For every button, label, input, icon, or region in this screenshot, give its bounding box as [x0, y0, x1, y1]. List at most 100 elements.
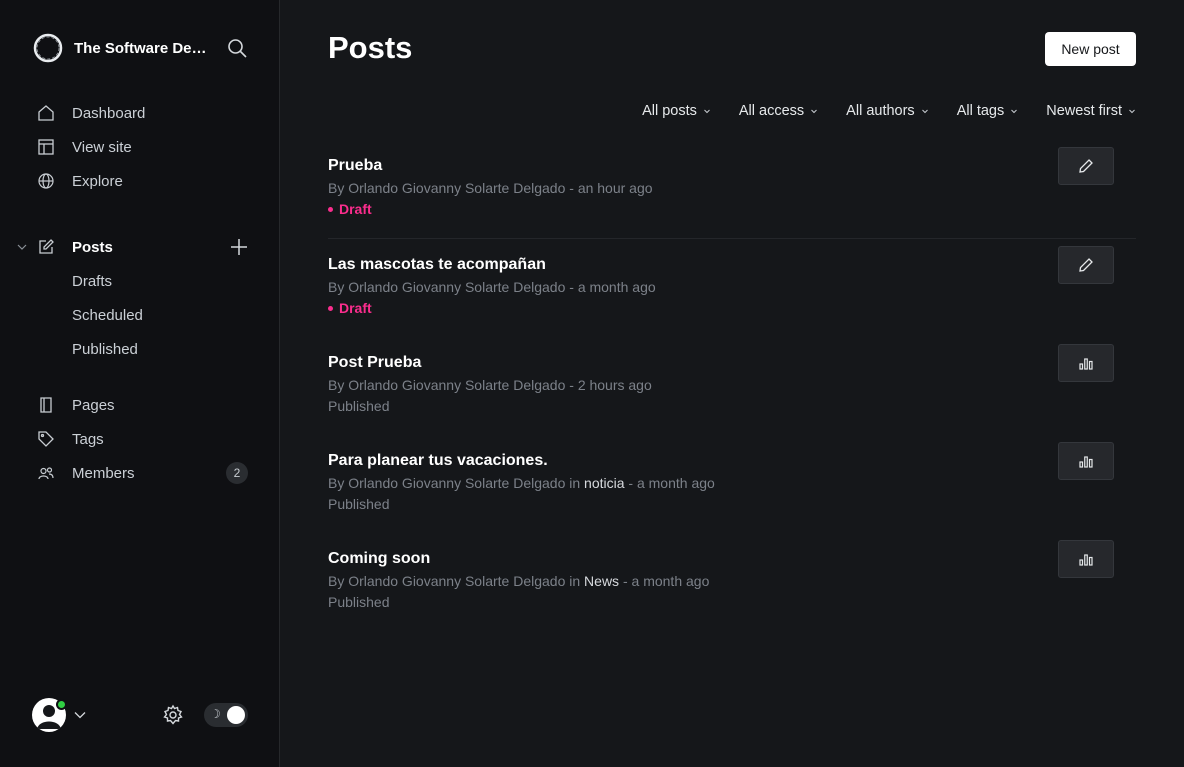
sidebar-item-view-site[interactable]: View site — [36, 133, 256, 161]
post-list-item[interactable]: Prueba By Orlando Giovanny Solarte Delga… — [328, 147, 1136, 247]
brand[interactable]: The Software Development Blog — [32, 32, 252, 64]
status-label: Draft — [339, 300, 372, 316]
filter-type-dropdown[interactable]: All posts — [642, 100, 711, 122]
post-status: Published — [328, 398, 390, 414]
filter-label: All posts — [642, 103, 697, 119]
edit-icon — [1079, 258, 1093, 272]
sidebar-item-drafts[interactable]: Drafts — [72, 268, 252, 294]
chevron-down-icon — [921, 109, 928, 114]
post-title[interactable]: Las mascotas te acompañan — [328, 256, 546, 274]
chevron-down-icon[interactable] — [74, 709, 86, 721]
post-author: By Orlando Giovanny Solarte Delgado — [328, 475, 566, 491]
filter-sort-dropdown[interactable]: Newest first — [1046, 100, 1136, 122]
meta-separator: - — [569, 279, 574, 295]
sidebar-item-tags[interactable]: Tags — [36, 425, 256, 453]
post-list-item[interactable]: Para planear tus vacaciones. By Orlando … — [328, 442, 1136, 542]
post-status: Draft — [328, 300, 372, 316]
post-author: By Orlando Giovanny Solarte Delgado — [328, 279, 566, 295]
edit-post-button[interactable] — [1058, 246, 1114, 284]
post-tag[interactable]: News — [584, 573, 619, 589]
plus-icon[interactable] — [228, 236, 250, 258]
filter-tags-dropdown[interactable]: All tags — [957, 100, 1019, 122]
meta-in-word: in — [569, 573, 581, 589]
sidebar-item-members[interactable]: Members 2 — [36, 459, 256, 487]
filter-bar: All posts All access All authors All tag… — [614, 100, 1136, 122]
edit-icon — [1079, 159, 1093, 173]
search-icon[interactable] — [226, 37, 248, 59]
post-status: Published — [328, 496, 390, 512]
divider — [328, 238, 1136, 239]
globe-icon — [36, 171, 56, 191]
status-label: Draft — [339, 201, 372, 217]
filter-authors-dropdown[interactable]: All authors — [846, 100, 929, 122]
sidebar-item-posts[interactable]: Posts — [36, 233, 256, 261]
post-time: a month ago — [636, 475, 715, 491]
post-status: Draft — [328, 201, 372, 217]
analytics-button[interactable] — [1058, 344, 1114, 382]
gear-icon[interactable] — [162, 704, 184, 726]
sidebar-item-pages[interactable]: Pages — [36, 391, 256, 419]
moon-icon: ☽ — [210, 707, 221, 721]
members-count-badge: 2 — [226, 462, 248, 484]
edit-post-button[interactable] — [1058, 147, 1114, 185]
post-time: 2 hours ago — [577, 377, 652, 393]
members-icon — [36, 463, 56, 483]
meta-separator: - — [569, 180, 574, 196]
page-title: Posts — [328, 30, 413, 65]
meta-separator: - — [622, 573, 628, 589]
sidebar-item-scheduled[interactable]: Scheduled — [72, 302, 252, 328]
post-author: By Orlando Giovanny Solarte Delgado — [328, 180, 566, 196]
sidebar-item-explore[interactable]: Explore — [36, 167, 256, 195]
chevron-down-icon — [704, 109, 710, 114]
post-time: a month ago — [577, 279, 656, 295]
meta-separator: - — [569, 377, 574, 393]
toggle-knob — [227, 706, 245, 724]
sidebar-item-published[interactable]: Published — [72, 336, 252, 362]
sidebar-item-label: Pages — [72, 396, 115, 414]
post-title[interactable]: Coming soon — [328, 550, 430, 568]
sidebar-item-label: Tags — [72, 430, 104, 448]
sidebar: The Software Development Blog Dashboard … — [0, 0, 280, 767]
sidebar-item-dashboard[interactable]: Dashboard — [36, 99, 256, 127]
post-list-item[interactable]: Coming soon By Orlando Giovanny Solarte … — [328, 540, 1136, 640]
post-meta: By Orlando Giovanny Solarte Delgado in n… — [328, 475, 715, 491]
tag-icon — [36, 429, 56, 449]
post-meta: By Orlando Giovanny Solarte Delgado - 2 … — [328, 377, 652, 393]
chevron-down-icon — [1129, 109, 1135, 114]
post-time: a month ago — [631, 573, 710, 589]
analytics-icon — [1079, 554, 1093, 566]
analytics-icon — [1079, 456, 1093, 468]
home-icon — [36, 103, 56, 123]
edit-post-icon — [36, 237, 56, 257]
brand-logo-icon — [33, 33, 63, 63]
sidebar-item-label: Posts — [72, 238, 113, 256]
sidebar-item-label: Explore — [72, 172, 123, 190]
sidebar-item-label: Members — [72, 464, 135, 482]
post-title[interactable]: Para planear tus vacaciones. — [328, 452, 548, 470]
post-meta: By Orlando Giovanny Solarte Delgado - an… — [328, 180, 653, 196]
new-post-button[interactable]: New post — [1045, 32, 1136, 66]
chevron-down-icon — [1011, 109, 1018, 114]
post-list-item[interactable]: Post Prueba By Orlando Giovanny Solarte … — [328, 344, 1136, 444]
filter-access-dropdown[interactable]: All access — [739, 100, 818, 122]
post-author: By Orlando Giovanny Solarte Delgado — [328, 377, 566, 393]
analytics-button[interactable] — [1058, 442, 1114, 480]
chevron-down-icon[interactable] — [16, 241, 28, 253]
chevron-down-icon — [811, 109, 818, 114]
post-list-item[interactable]: Las mascotas te acompañan By Orlando Gio… — [328, 246, 1136, 346]
post-title[interactable]: Post Prueba — [328, 354, 421, 372]
post-author: By Orlando Giovanny Solarte Delgado — [328, 573, 566, 589]
post-status: Published — [328, 594, 390, 610]
post-tag[interactable]: noticia — [584, 475, 624, 491]
post-title[interactable]: Prueba — [328, 157, 382, 175]
status-dot — [328, 305, 333, 311]
filter-label: All tags — [956, 103, 1005, 119]
analytics-button[interactable] — [1058, 540, 1114, 578]
meta-in-word: in — [569, 475, 581, 491]
theme-toggle[interactable]: ☽ — [204, 703, 248, 727]
brand-name: The Software Development Blog — [74, 39, 210, 57]
sidebar-item-label: View site — [72, 138, 132, 156]
sidebar-item-label: Dashboard — [72, 104, 146, 122]
filter-label: All access — [738, 103, 805, 119]
filter-label: Newest first — [1046, 103, 1122, 119]
